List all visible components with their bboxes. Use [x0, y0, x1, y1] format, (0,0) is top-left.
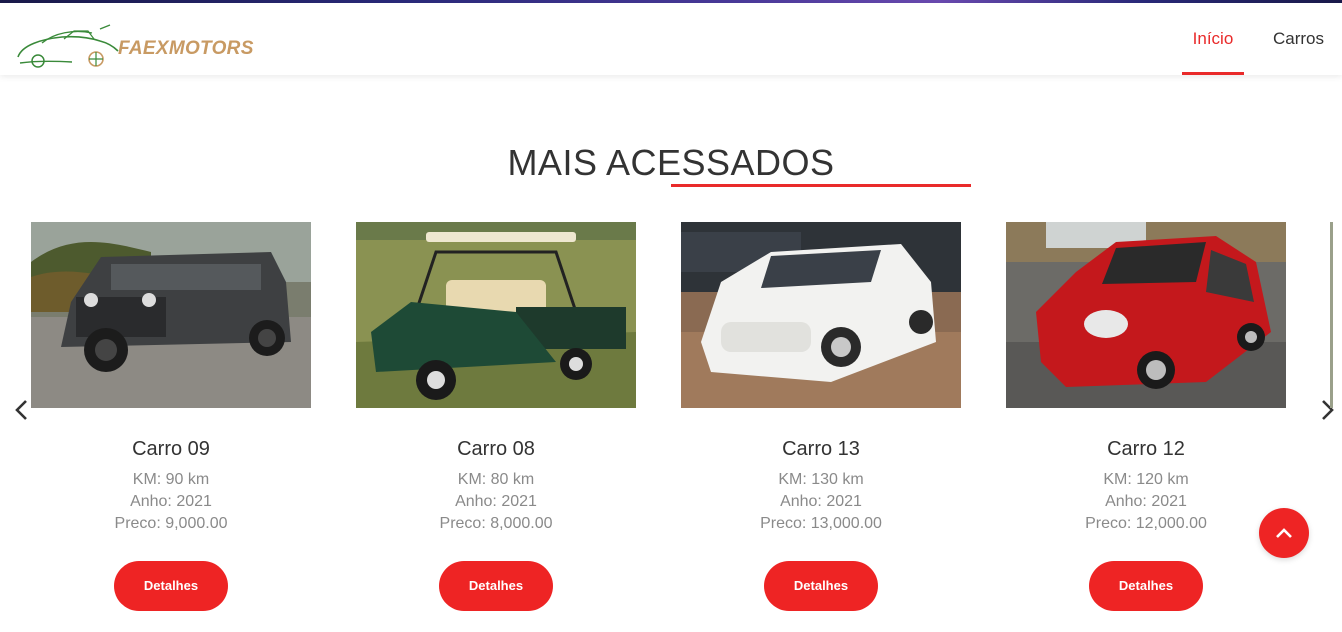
car-photo-sedan[interactable]: [681, 222, 961, 408]
car-meta: KM: 130 km Anho: 2021 Preco: 13,000.00: [681, 469, 961, 535]
car-title: Carro 13: [782, 438, 860, 460]
details-button[interactable]: Detalhes: [764, 561, 878, 611]
car-title: Carro 12: [1107, 438, 1185, 460]
car-meta: KM: 80 km Anho: 2021 Preco: 8,000.00: [356, 469, 636, 535]
brand-name: FAEXMOTORS: [118, 38, 254, 59]
back-to-top-button[interactable]: [1259, 508, 1309, 558]
details-button[interactable]: Detalhes: [1089, 561, 1203, 611]
car-logo-icon: [17, 24, 119, 68]
brand-logo[interactable]: FAEXMOTORS: [14, 21, 264, 73]
carousel-prev-button[interactable]: [12, 398, 32, 422]
next-card-peek: [1330, 222, 1333, 408]
car-photo-jeep[interactable]: [31, 222, 311, 408]
main-nav: Início Carros: [1181, 3, 1342, 75]
cars-carousel: Carro 09 KM: 90 km Anho: 2021 Preco: 9,0…: [0, 222, 1342, 622]
car-km: KM: 130 km: [778, 471, 864, 488]
car-km: KM: 90 km: [132, 471, 210, 488]
car-price: Preco: 8,000.00: [439, 515, 553, 532]
car-card: Carro 08 KM: 80 km Anho: 2021 Preco: 8,0…: [356, 222, 636, 611]
details-button[interactable]: Detalhes: [439, 561, 553, 611]
car-photo-hatchback[interactable]: [1006, 222, 1286, 408]
site-header: FAEXMOTORS Início Carros: [0, 3, 1342, 75]
chevron-right-icon: [1322, 400, 1334, 420]
carousel-next-button[interactable]: [1317, 398, 1337, 422]
car-price: Preco: 9,000.00: [114, 515, 228, 532]
chevron-up-icon: [1276, 528, 1292, 538]
car-photo-golf-cart[interactable]: [356, 222, 636, 408]
car-title: Carro 09: [132, 438, 210, 460]
details-button[interactable]: Detalhes: [114, 561, 228, 611]
car-price: Preco: 13,000.00: [760, 515, 882, 532]
car-price: Preco: 12,000.00: [1085, 515, 1207, 532]
car-year: Anho: 2021: [455, 493, 537, 510]
car-card: Carro 13 KM: 130 km Anho: 2021 Preco: 13…: [681, 222, 961, 611]
car-card: Carro 09 KM: 90 km Anho: 2021 Preco: 9,0…: [31, 222, 311, 611]
car-km: KM: 120 km: [1103, 471, 1189, 488]
car-year: Anho: 2021: [130, 493, 212, 510]
nav-item-inicio[interactable]: Início: [1181, 3, 1244, 75]
car-meta: KM: 120 km Anho: 2021 Preco: 12,000.00: [1006, 469, 1286, 535]
car-card: Carro 12 KM: 120 km Anho: 2021 Preco: 12…: [1006, 222, 1286, 611]
nav-item-carros[interactable]: Carros: [1255, 3, 1342, 75]
car-title: Carro 08: [457, 438, 535, 460]
section-title: MAIS ACESSADOS: [507, 142, 835, 183]
car-year: Anho: 2021: [1105, 493, 1187, 510]
car-km: KM: 80 km: [457, 471, 535, 488]
car-year: Anho: 2021: [780, 493, 862, 510]
car-meta: KM: 90 km Anho: 2021 Preco: 9,000.00: [31, 469, 311, 535]
chevron-left-icon: [15, 400, 27, 420]
title-underline: [671, 184, 971, 187]
